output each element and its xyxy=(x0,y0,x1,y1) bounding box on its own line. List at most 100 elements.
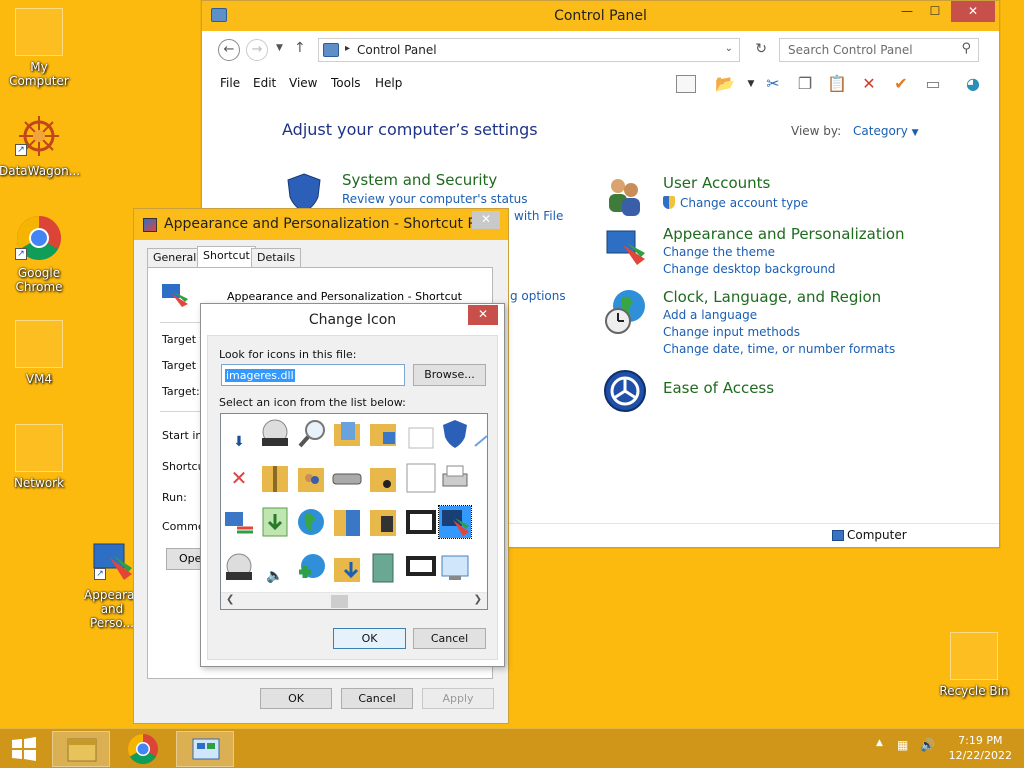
cancel-button[interactable]: Cancel xyxy=(413,628,486,649)
folder-blue-icon[interactable] xyxy=(367,418,399,450)
network-tray-icon[interactable]: ▦ xyxy=(897,738,908,752)
search-input[interactable]: Search Control Panel ⚲ xyxy=(779,38,979,62)
breadcrumb[interactable]: Control Panel xyxy=(357,43,437,57)
download-arrow-icon[interactable]: ⬇ xyxy=(223,426,255,458)
menu-edit[interactable]: Edit xyxy=(253,76,276,90)
icon-list[interactable]: ⬇ ✕ 🔈 ❮ ❯ xyxy=(220,413,488,610)
maximize-button[interactable]: ☐ xyxy=(921,1,949,22)
menu-tools[interactable]: Tools xyxy=(331,76,361,90)
network-transfer-icon[interactable] xyxy=(223,506,255,538)
copy-icon[interactable]: ❐ xyxy=(794,73,816,95)
category-link[interactable]: Change desktop background xyxy=(663,262,835,276)
monitor-icon[interactable] xyxy=(439,552,471,584)
delete-icon[interactable]: ✕ xyxy=(858,73,880,95)
cancel-button[interactable]: Cancel xyxy=(341,688,413,709)
blank-page-icon[interactable] xyxy=(405,462,437,494)
globe-icon[interactable] xyxy=(295,506,327,538)
category-title[interactable]: Clock, Language, and Region xyxy=(663,288,881,306)
category-title[interactable]: Ease of Access xyxy=(663,379,774,397)
icon-file-input[interactable]: imageres.dll xyxy=(221,364,405,386)
partial-icon[interactable] xyxy=(473,418,487,450)
dvd-rw-icon[interactable] xyxy=(259,418,291,450)
address-dropdown-icon[interactable]: ⌄ xyxy=(725,43,733,54)
clock[interactable]: 7:19 PM 12/22/2022 xyxy=(949,733,1012,763)
globe-add-icon[interactable] xyxy=(295,552,327,584)
desktop-icon-my-computer[interactable]: My Computer xyxy=(0,8,79,88)
scroll-thumb[interactable] xyxy=(331,595,348,608)
properties-icon[interactable]: ▭ xyxy=(922,73,944,95)
close-button[interactable]: ✕ xyxy=(472,211,500,229)
category-title[interactable]: System and Security xyxy=(342,171,497,189)
view-by-category-dropdown[interactable]: Category xyxy=(853,124,908,138)
folder-music-icon[interactable] xyxy=(367,462,399,494)
network-globe-icon[interactable]: ◕ xyxy=(962,73,984,95)
keyboard-icon[interactable] xyxy=(331,462,363,494)
menu-help[interactable]: Help xyxy=(375,76,402,90)
folder-download-icon[interactable] xyxy=(331,552,363,584)
shield-icon[interactable] xyxy=(439,418,471,450)
menu-file[interactable]: File xyxy=(220,76,240,90)
folder-document-icon[interactable] xyxy=(331,418,363,450)
apply-button[interactable]: Apply xyxy=(422,688,494,709)
speaker-icon[interactable]: 🔈 xyxy=(259,560,291,592)
preview-pane-icon[interactable] xyxy=(676,75,696,93)
category-title[interactable]: User Accounts xyxy=(663,174,770,192)
menu-view[interactable]: View xyxy=(289,76,317,90)
blank-icon[interactable] xyxy=(405,418,437,450)
film-strip-icon[interactable] xyxy=(405,506,437,538)
folder-open-icon[interactable] xyxy=(331,506,363,538)
refresh-icon[interactable]: ↻ xyxy=(755,41,767,57)
folder-options-icon[interactable]: 📂 xyxy=(714,73,736,95)
ok-button[interactable]: OK xyxy=(333,628,406,649)
dvd-r-icon[interactable] xyxy=(223,552,255,584)
desktop-icon-google-chrome[interactable]: ↗ Google Chrome xyxy=(0,214,79,294)
desktop-icon-vm4[interactable]: VM4 xyxy=(0,320,79,386)
category-link[interactable]: Change date, time, or number formats xyxy=(663,342,895,356)
magnifier-icon[interactable] xyxy=(297,418,329,450)
category-link-partial[interactable]: with File xyxy=(514,209,563,223)
browse-button[interactable]: Browse... xyxy=(413,364,486,386)
recent-locations-dropdown-icon[interactable]: ▼ xyxy=(276,43,283,53)
folder-zip-icon[interactable] xyxy=(259,462,291,494)
tab-shortcut[interactable]: Shortcut xyxy=(197,246,256,268)
users-folder-icon[interactable] xyxy=(295,462,327,494)
scroll-right-icon[interactable]: ❯ xyxy=(474,594,482,605)
show-hidden-icons-icon[interactable]: ▲ xyxy=(876,738,883,748)
close-button[interactable]: ✕ xyxy=(951,1,995,22)
dropdown-icon[interactable]: ▼ xyxy=(740,73,762,95)
undo-icon[interactable]: ✔ xyxy=(890,73,912,95)
back-button[interactable]: ← xyxy=(218,39,240,61)
green-download-icon[interactable] xyxy=(259,506,291,538)
cut-icon[interactable]: ✂ xyxy=(762,73,784,95)
film-icon[interactable] xyxy=(405,552,437,584)
desktop-icon-network[interactable]: Network xyxy=(0,424,79,490)
desktop-icon-recycle-bin[interactable]: Recycle Bin xyxy=(934,632,1014,698)
forward-button[interactable]: → xyxy=(246,39,268,61)
category-link[interactable]: Change the theme xyxy=(663,245,775,259)
paste-icon[interactable]: 📋 xyxy=(826,73,848,95)
tab-general[interactable]: General xyxy=(147,248,203,267)
tab-details[interactable]: Details xyxy=(251,248,302,267)
category-link[interactable]: Change input methods xyxy=(663,325,800,339)
printer-icon[interactable] xyxy=(439,462,471,494)
appearance-selected-icon[interactable] xyxy=(438,505,472,539)
address-box[interactable]: ▸ Control Panel ⌄ ↻ xyxy=(318,38,767,62)
category-link-partial[interactable]: g options xyxy=(510,289,566,303)
scroll-left-icon[interactable]: ❮ xyxy=(226,594,234,605)
taskbar-file-explorer[interactable] xyxy=(52,731,110,767)
up-button[interactable]: ↑ xyxy=(294,40,306,56)
volume-icon[interactable]: 🔊 xyxy=(920,738,935,752)
category-link[interactable]: Add a language xyxy=(663,308,757,322)
category-link[interactable]: Review your computer's status xyxy=(342,192,528,206)
start-button[interactable] xyxy=(10,736,38,762)
folder-video-icon[interactable] xyxy=(367,506,399,538)
control-panel-titlebar[interactable]: Control Panel — ☐ ✕ xyxy=(202,1,999,31)
chevron-down-icon[interactable]: ▼ xyxy=(912,128,919,138)
category-link[interactable]: Change account type xyxy=(680,196,808,210)
ok-button[interactable]: OK xyxy=(260,688,332,709)
taskbar-control-panel[interactable] xyxy=(176,731,234,767)
desktop-icon-datawagon[interactable]: ↗ DataWagon... xyxy=(0,112,80,178)
close-button[interactable]: ✕ xyxy=(468,305,498,325)
taskbar-chrome[interactable] xyxy=(114,731,172,767)
horizontal-scrollbar[interactable]: ❮ ❯ xyxy=(221,592,487,609)
